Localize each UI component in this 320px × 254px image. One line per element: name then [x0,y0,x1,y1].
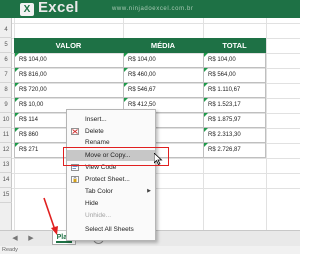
table-cell[interactable]: R$ 460,00 [123,68,203,83]
header-total: TOTAL [222,41,247,50]
header-media: MÉDIA [150,41,176,50]
menu-item-label: Select All Sheets [85,226,134,233]
menu-item-select-all-sheets[interactable]: Select All Sheets [67,224,155,235]
row-number[interactable]: 10 [0,113,12,128]
menu-item-label: Tab Color [85,188,113,195]
header-valor: VALOR [55,41,82,50]
table-cell[interactable]: R$ 720,00 [14,83,123,98]
error-indicator-icon [15,98,19,102]
cell-value: R$ 1.875,97 [208,117,241,123]
cell-value: R$ 412,50 [128,102,156,108]
delete-sheet-icon [71,128,79,135]
mouse-cursor-icon [154,153,163,165]
error-indicator-icon [15,128,19,132]
cell-value: R$ 816,00 [19,72,47,78]
menu-item-hide[interactable]: Hide [67,198,155,209]
table-cell[interactable]: R$ 2.313,30 [203,128,266,143]
cell-value: R$ 2.313,30 [208,132,241,138]
row-number[interactable]: 9 [0,98,12,113]
row-number[interactable]: 5 [0,38,12,53]
row-number[interactable]: 15 [0,188,12,203]
protect-sheet-icon [71,176,79,183]
site-banner: X Excel www.ninjadoexcel.com.br [0,0,300,18]
brand-title: Excel [38,0,79,16]
menu-item-label: Hide [85,200,99,207]
cell-value: R$ 2.726,87 [208,147,241,153]
error-indicator-icon [124,68,128,72]
cell-value: R$ 104,00 [19,57,47,63]
status-bar: Ready [0,246,300,254]
prev-sheet-icon[interactable]: ◀ [10,234,20,244]
gridline [266,18,267,230]
cell-value: R$ 860 [19,132,39,138]
error-indicator-icon [15,53,19,57]
error-indicator-icon [204,128,208,132]
error-indicator-icon [204,53,208,57]
menu-item-label: Unhide... [85,212,112,219]
table-cell[interactable]: R$ 104,00 [203,53,266,68]
menu-item-tab-color[interactable]: Tab Color ▶ [67,186,155,197]
next-sheet-icon[interactable]: ▶ [26,234,36,244]
gridline [12,173,300,174]
cell-value: R$ 104,00 [128,57,156,63]
row-number[interactable]: 8 [0,83,12,98]
error-indicator-icon [204,68,208,72]
error-indicator-icon [124,98,128,102]
menu-item-unhide: Unhide... [67,210,155,221]
menu-item-label: Delete [85,128,104,135]
cell-value: R$ 564,00 [208,72,236,78]
table-cell[interactable]: R$ 104,00 [123,53,203,68]
error-indicator-icon [124,83,128,87]
error-indicator-icon [124,53,128,57]
row-number[interactable]: 11 [0,128,12,143]
cell-value: R$ 1.523,17 [208,102,241,108]
submenu-arrow-icon: ▶ [147,188,151,194]
excel-logo-icon: X [20,3,34,16]
cell-value: R$ 104,00 [208,57,236,63]
row-number[interactable]: 12 [0,143,12,158]
table-cell[interactable]: R$ 816,00 [14,68,123,83]
error-indicator-icon [15,113,19,117]
table-cell[interactable]: R$ 2.726,87 [203,143,266,158]
row-number[interactable]: 4 [0,23,12,38]
error-indicator-icon [204,98,208,102]
error-indicator-icon [15,68,19,72]
cell-value: R$ 460,00 [128,72,156,78]
error-indicator-icon [204,113,208,117]
row-number[interactable]: 7 [0,68,12,83]
table-row: R$ 720,00 R$ 546,67 R$ 1.110,67 [14,83,266,98]
menu-item-label: Insert... [85,116,107,123]
table-row: R$ 104,00 R$ 104,00 R$ 104,00 [14,53,266,68]
table-cell[interactable]: R$ 564,00 [203,68,266,83]
error-indicator-icon [204,83,208,87]
table-cell[interactable]: R$ 1.523,17 [203,98,266,113]
menu-item-label: Protect Sheet... [85,176,130,183]
menu-item-delete[interactable]: Delete [67,126,155,137]
table-cell[interactable]: R$ 1.110,67 [203,83,266,98]
table-cell[interactable]: R$ 1.875,97 [203,113,266,128]
cell-value: R$ 271 [19,147,39,153]
menu-item-protect-sheet[interactable]: Protect Sheet... [67,174,155,185]
gridline [12,188,300,189]
row-number[interactable]: 13 [0,158,12,173]
menu-item-insert[interactable]: Insert... [67,114,155,125]
cell-value: R$ 114 [19,117,38,123]
sheet-context-menu: Insert... Delete Rename Move or Copy... View… [66,109,156,241]
table-cell[interactable]: R$ 104,00 [14,53,123,68]
table-header: VALOR MÉDIA TOTAL [14,38,266,53]
table-row: R$ 816,00 R$ 460,00 R$ 564,00 [14,68,266,83]
cell-value: R$ 10,00 [19,102,44,108]
status-text: Ready [2,247,18,253]
site-url: www.ninjadoexcel.com.br [112,6,194,12]
cell-value: R$ 720,00 [19,87,47,93]
error-indicator-icon [15,83,19,87]
cell-value: R$ 546,67 [128,87,156,93]
row-number[interactable]: 6 [0,53,12,68]
row-number[interactable]: 14 [0,173,12,188]
error-indicator-icon [15,143,19,147]
table-cell[interactable]: R$ 546,67 [123,83,203,98]
error-indicator-icon [204,143,208,147]
cell-value: R$ 1.110,67 [208,87,241,93]
gridline [12,23,300,24]
